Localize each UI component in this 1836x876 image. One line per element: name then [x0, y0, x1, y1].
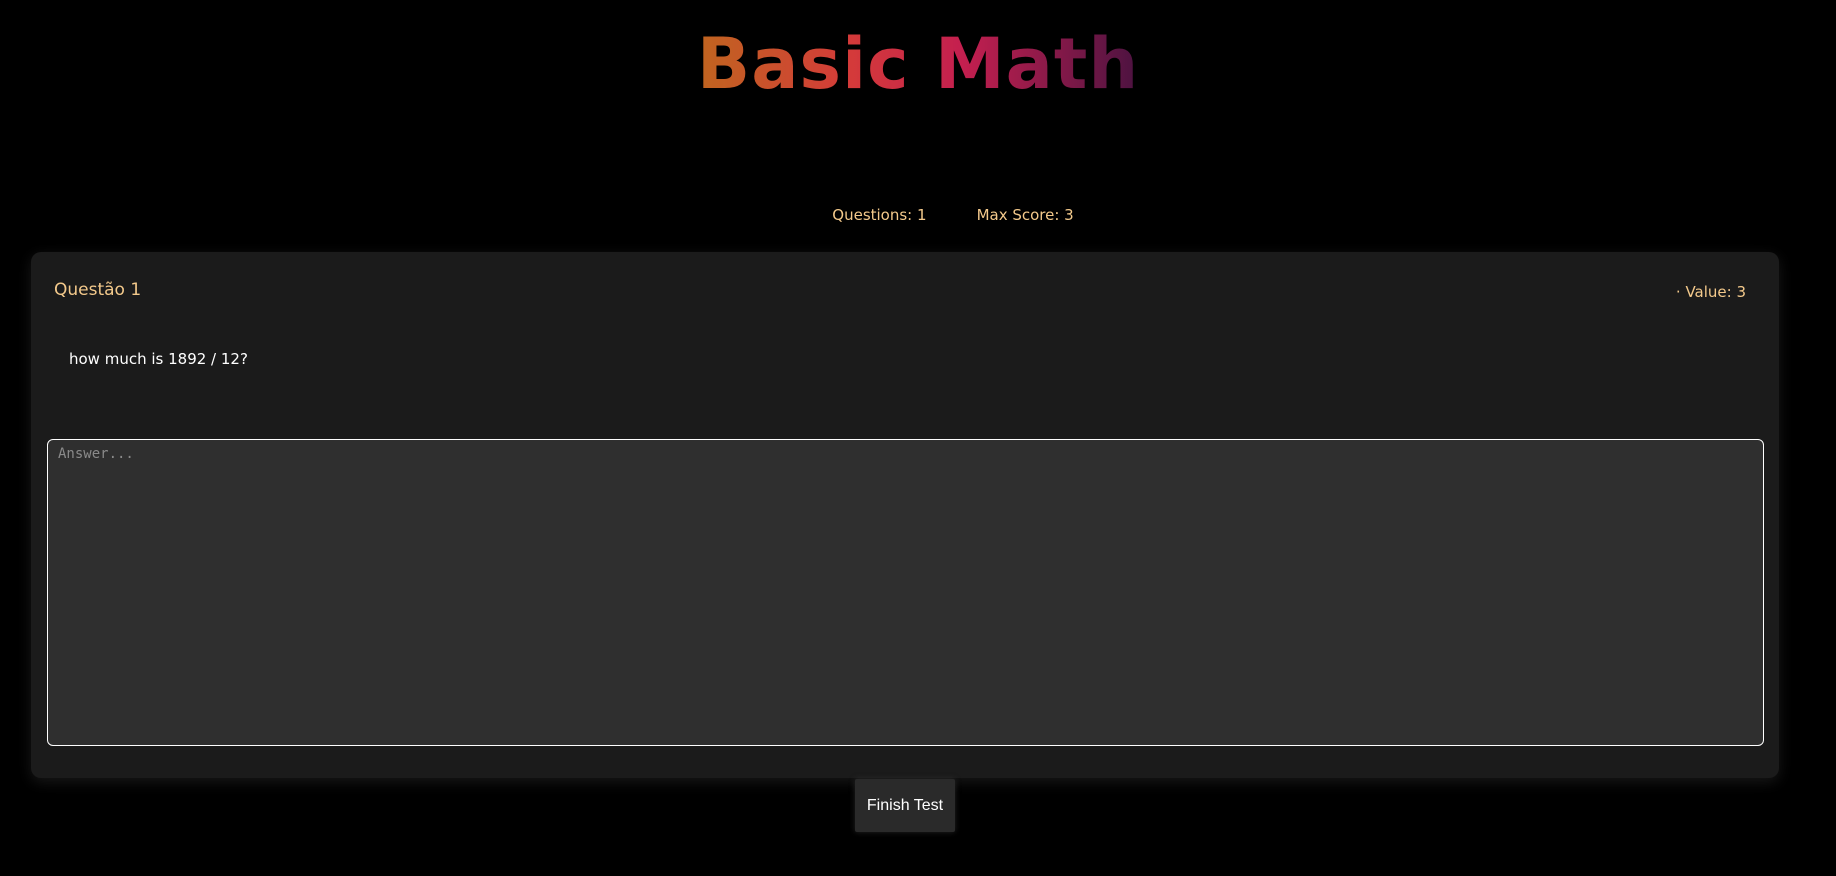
page-title-text: Basic Math	[696, 23, 1140, 105]
max-score: Max Score: 3	[976, 206, 1074, 224]
answer-input[interactable]	[47, 439, 1764, 746]
questions-count: Questions: 1	[832, 206, 927, 224]
question-text: how much is 1892 / 12?	[69, 350, 248, 368]
finish-test-button[interactable]: Finish Test	[855, 779, 955, 832]
test-stats: Questions: 1 Max Score: 3	[0, 206, 1836, 224]
page: Basic Math Questions: 1 Max Score: 3 Que…	[0, 0, 1836, 876]
page-title: Basic Math	[0, 24, 1836, 104]
question-value: · Value: 3	[1675, 283, 1746, 301]
question-title: Questão 1	[54, 280, 142, 300]
question-card: Questão 1 · Value: 3 how much is 1892 / …	[31, 252, 1779, 778]
